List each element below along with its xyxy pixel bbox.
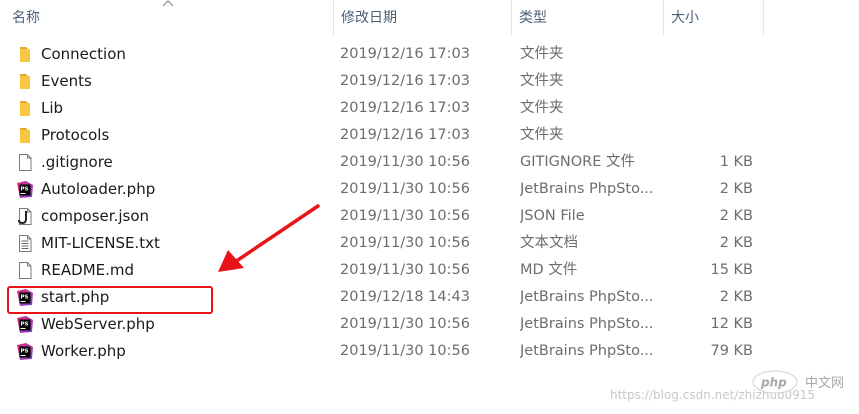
file-date: 2019/11/30 10:56 [340,343,470,359]
folder-icon [20,47,30,62]
file-row-composer-json[interactable]: composer.json 2019/11/30 10:56 JSON File… [0,203,859,230]
column-header-type[interactable]: 类型 [511,0,663,36]
file-date: 2019/12/18 14:43 [340,289,470,305]
file-row-lib[interactable]: Lib 2019/12/16 17:03 文件夹 [0,95,859,122]
file-row-events[interactable]: Events 2019/12/16 17:03 文件夹 [0,68,859,95]
file-name: Protocols [41,126,110,144]
column-header-name[interactable]: 名称 [0,0,333,36]
file-size: 2 KB [719,181,753,197]
highlight-box [7,286,213,314]
folder-icon [20,74,30,89]
file-date: 2019/12/16 17:03 [340,100,470,116]
file-name: .gitignore [41,153,113,171]
file-row-connection[interactable]: Connection 2019/12/16 17:03 文件夹 [0,41,859,68]
file-date: 2019/11/30 10:56 [340,235,470,251]
column-header-bar: 名称 修改日期 类型 大小 [0,0,859,36]
file-type: 文件夹 [520,46,564,62]
blank-file-icon [19,262,32,279]
phpstorm-file-icon: PS [17,181,33,198]
file-row-gitignore[interactable]: .gitignore 2019/11/30 10:56 GITIGNORE 文件… [0,149,859,176]
file-row-protocols[interactable]: Protocols 2019/12/16 17:03 文件夹 [0,122,859,149]
file-explorer: 名称 修改日期 类型 大小 Connection 2019/12/16 17:0… [0,0,859,414]
file-date: 2019/12/16 17:03 [340,73,470,89]
file-name: Worker.php [41,342,126,360]
file-name: Connection [41,45,126,63]
file-list: Connection 2019/12/16 17:03 文件夹 Events 2… [0,41,859,365]
file-type: MD 文件 [520,262,578,278]
file-date: 2019/11/30 10:56 [340,181,470,197]
phpstorm-file-icon: PS [17,343,33,360]
file-date: 2019/11/30 10:56 [340,208,470,224]
file-row-mit-license[interactable]: MIT-LICENSE.txt 2019/11/30 10:56 文本文档 2 … [0,230,859,257]
file-type: JetBrains PhpSto... [520,289,654,305]
svg-text:PS: PS [21,322,29,328]
file-date: 2019/11/30 10:56 [340,154,470,170]
file-row-worker[interactable]: PS Worker.php 2019/11/30 10:56 JetBrains… [0,338,859,365]
watermark-site: 中文网 [805,376,845,391]
file-row-readme[interactable]: README.md 2019/11/30 10:56 MD 文件 15 KB [0,257,859,284]
file-name: Events [41,72,92,90]
file-size: 15 KB [710,262,753,278]
file-type: 文件夹 [520,73,564,89]
blank-file-icon [19,154,32,171]
file-size: 2 KB [719,208,753,224]
file-size: 1 KB [719,154,753,170]
file-date: 2019/12/16 17:03 [340,127,470,143]
file-date: 2019/11/30 10:56 [340,262,470,278]
file-type: 文本文档 [520,235,578,251]
annotation-arrow-icon [218,204,320,272]
file-name: Autoloader.php [41,180,156,198]
php-logo-text: php [760,376,787,390]
json-file-icon [18,208,32,225]
file-type: 文件夹 [520,127,564,143]
svg-text:PS: PS [21,349,29,355]
column-divider[interactable] [763,0,764,36]
file-type: GITIGNORE 文件 [520,154,635,170]
svg-text:PS: PS [21,187,29,193]
column-header-size[interactable]: 大小 [663,0,763,36]
file-name: WebServer.php [41,315,155,333]
folder-icon [20,101,30,116]
phpstorm-file-icon: PS [17,316,33,333]
file-size: 2 KB [719,289,753,305]
file-size: 2 KB [719,235,753,251]
file-date: 2019/11/30 10:56 [340,316,470,332]
file-type: JSON File [520,208,585,224]
file-row-webserver[interactable]: PS WebServer.php 2019/11/30 10:56 JetBra… [0,311,859,338]
file-type: JetBrains PhpSto... [520,181,654,197]
column-header-date[interactable]: 修改日期 [333,0,511,36]
text-file-icon [19,235,32,252]
file-row-autoloader[interactable]: PS Autoloader.php 2019/11/30 10:56 JetBr… [0,176,859,203]
php-logo-icon: php [752,370,798,394]
folder-icon [20,128,30,143]
file-date: 2019/12/16 17:03 [340,46,470,62]
file-size: 12 KB [710,316,753,332]
file-type: 文件夹 [520,100,564,116]
file-name: Lib [41,99,64,117]
file-type: JetBrains PhpSto... [520,316,654,332]
file-type: JetBrains PhpSto... [520,343,654,359]
file-size: 79 KB [710,343,753,359]
